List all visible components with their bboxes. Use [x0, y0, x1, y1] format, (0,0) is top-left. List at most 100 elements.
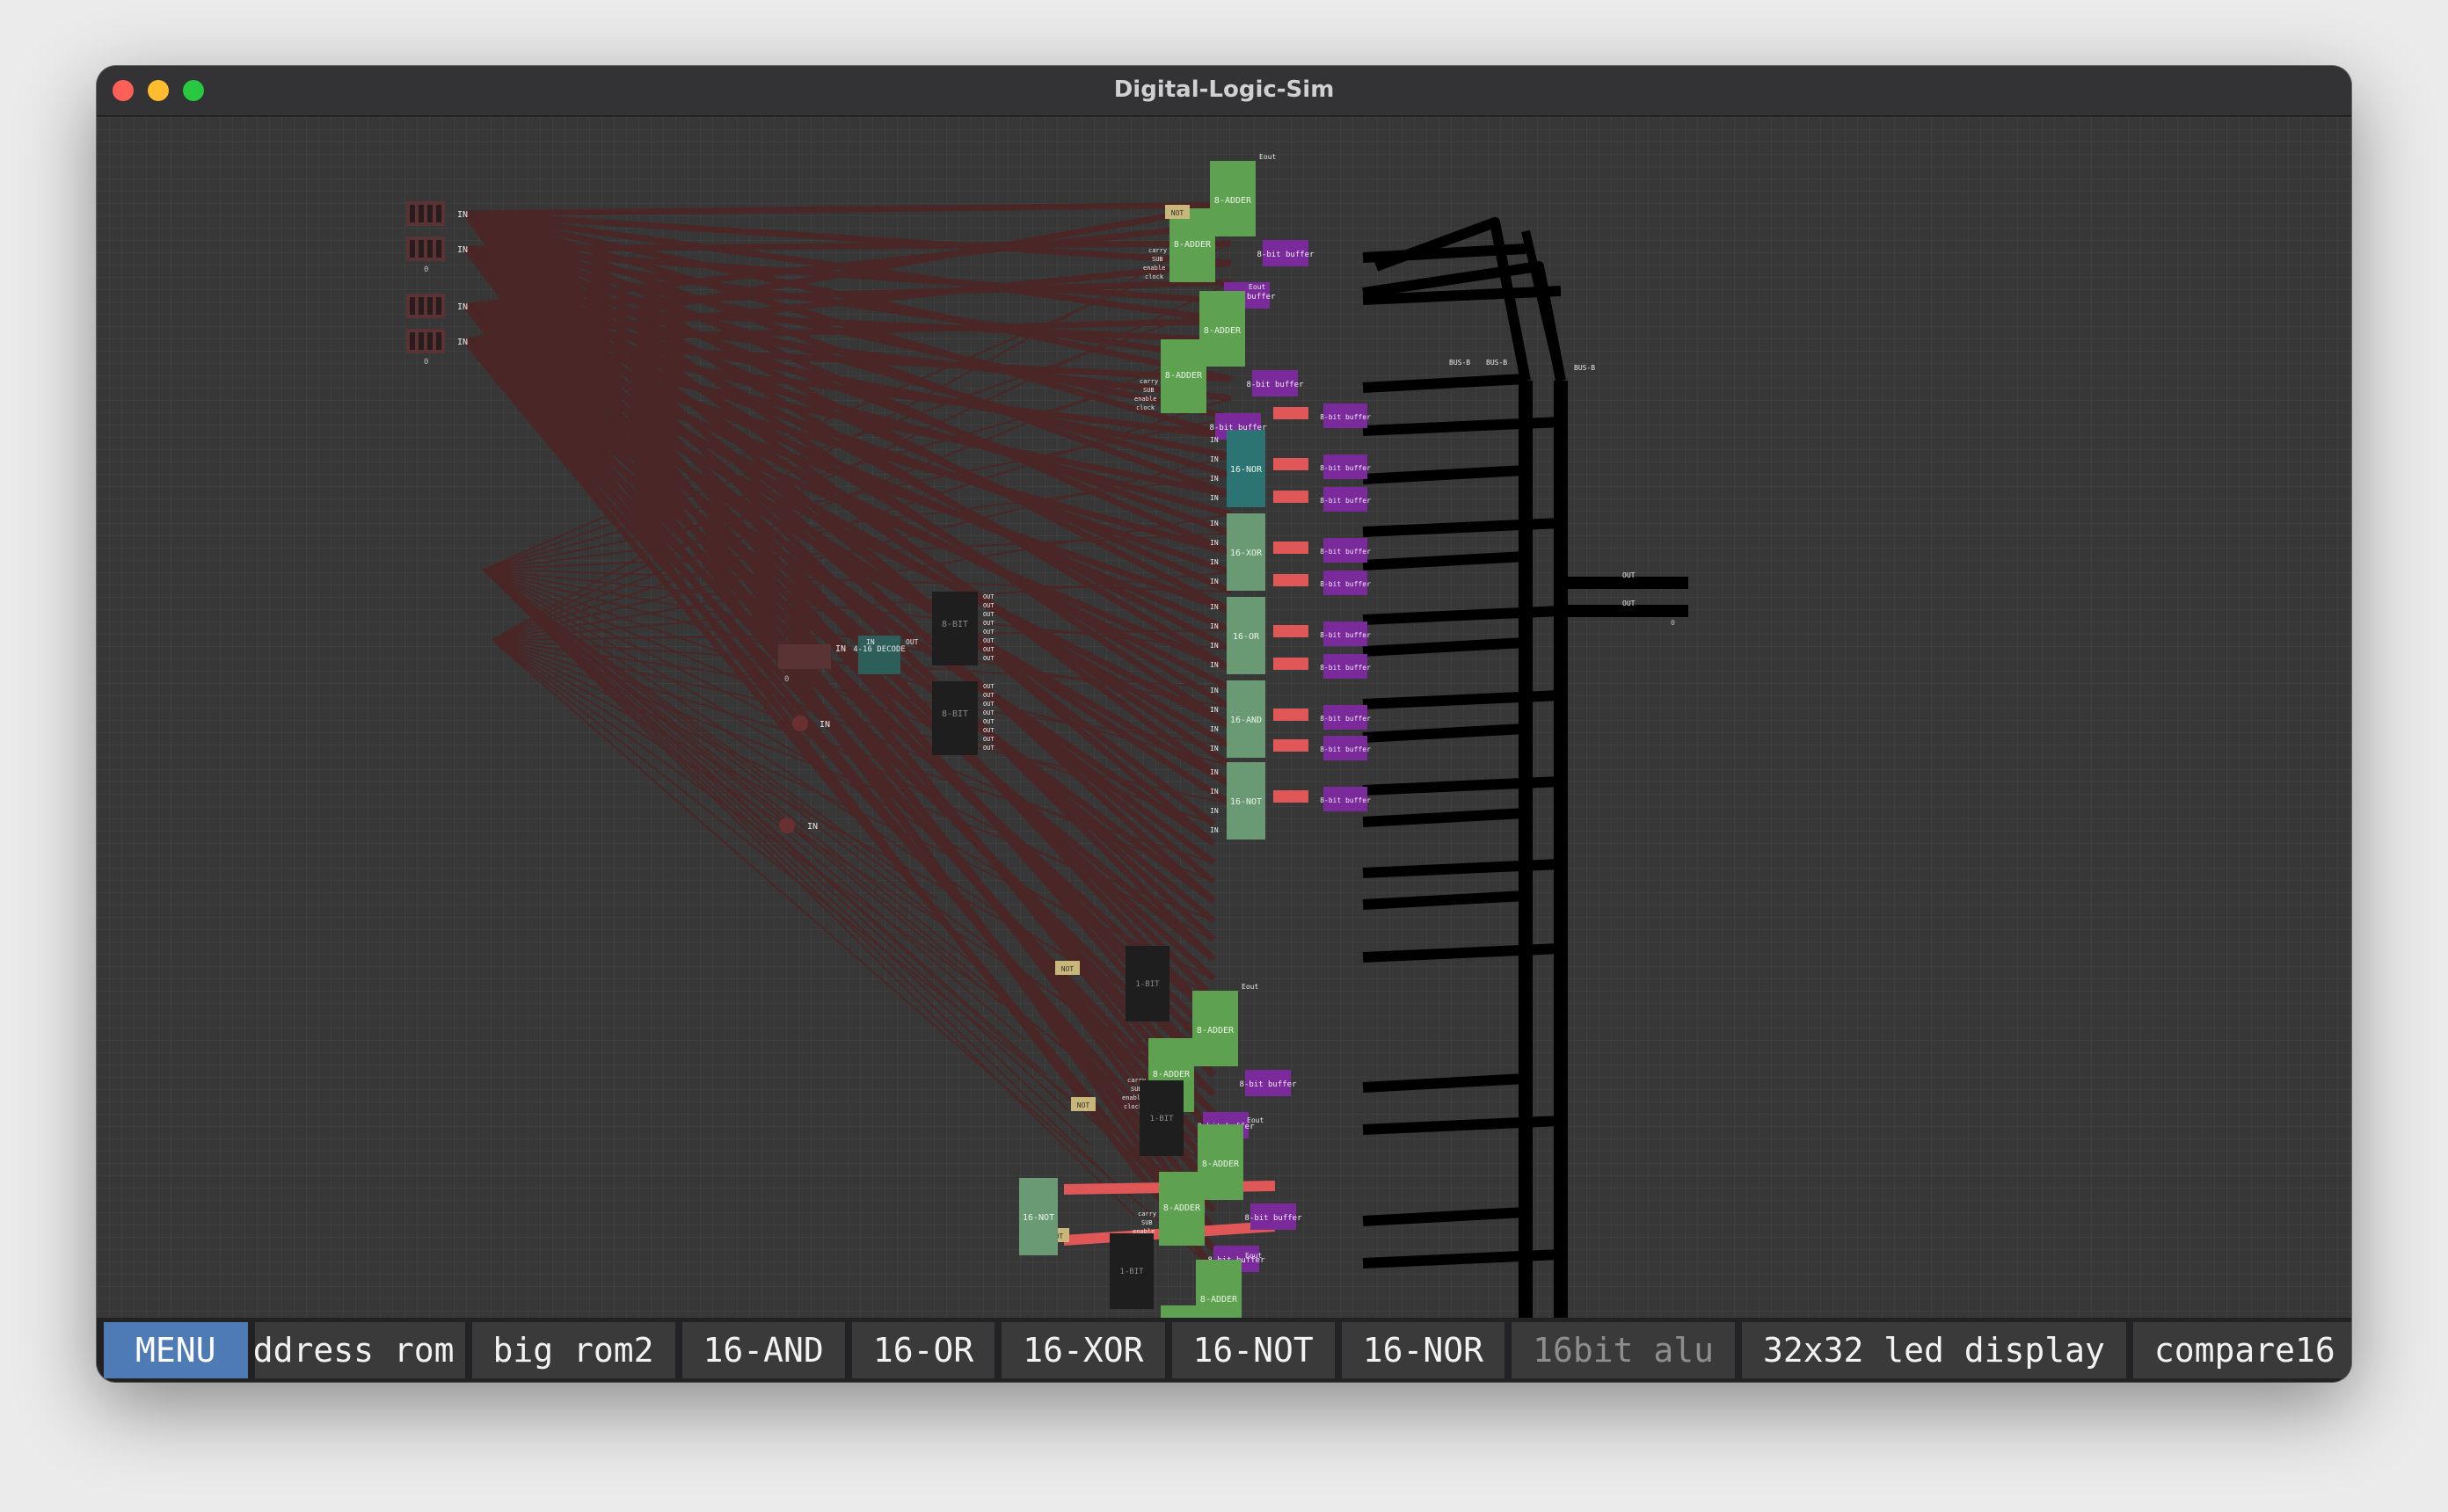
pin-value: 0 [424, 358, 428, 367]
register-out-label: OUT [983, 718, 994, 725]
decoder-in-label: IN [866, 638, 875, 646]
output-pin [1273, 542, 1308, 554]
decoder-label: 4-16 DECODE [853, 645, 906, 654]
adder-clock-label: clock [1136, 404, 1155, 411]
register-out-label: OUT [983, 709, 994, 716]
bus-wire [1362, 551, 1526, 571]
adder-label: 8-ADDER [1153, 1070, 1191, 1079]
pin-bit [436, 240, 441, 258]
output-value: 0 [1671, 619, 1675, 627]
register-out-label: OUT [983, 727, 994, 734]
logic-in-label: IN [1210, 788, 1219, 796]
adder-sub-label: SUB [1143, 387, 1155, 394]
logic-label: 16-NOT [1230, 797, 1262, 807]
register-label: 8-BIT [942, 709, 968, 719]
app-window: Digital-Logic-Sim IN IN 0 IN IN 0 IN 0 IN IN 4-16 … [97, 66, 2351, 1382]
chip-32x32-led-display[interactable]: 32x32 led display [1741, 1321, 2126, 1378]
pin-bit [436, 297, 441, 315]
bus-wire [1362, 808, 1526, 827]
register-label: 1-BIT [1135, 980, 1160, 989]
circuit-diagram[interactable]: IN IN 0 IN IN 0 IN 0 IN IN 4-16 DECODE IN OUT 8-BIT 8-… [97, 117, 2351, 1318]
register-out-label: OUT [983, 602, 994, 609]
logic-label: 16-NOT [1023, 1213, 1054, 1223]
pin-label: IN [457, 245, 468, 255]
bus-wire [1362, 1207, 1526, 1226]
buffer-label: 8-bit buffer [1244, 1214, 1302, 1223]
pin-bit [419, 205, 424, 222]
adder-eout-label: Eout [1247, 1116, 1264, 1124]
logic-in-label: IN [1210, 687, 1219, 694]
pin-bit [410, 240, 415, 258]
chip-compare16[interactable]: compare16 [2132, 1321, 2351, 1378]
buffer-label: 8-bit buffer [1320, 631, 1371, 639]
pin-bit [419, 297, 424, 315]
pin-bit [419, 240, 424, 258]
output-pin [1273, 458, 1308, 470]
chip-16-not[interactable]: 16-NOT [1171, 1321, 1335, 1378]
logic-in-label: IN [1210, 725, 1219, 733]
output-pin [1273, 658, 1308, 670]
pin-label: IN [807, 822, 818, 832]
pin-value: 0 [424, 265, 428, 274]
output-pin [1273, 574, 1308, 586]
chip-16-and[interactable]: 16-AND [681, 1321, 845, 1378]
logic-in-label: IN [1210, 661, 1219, 669]
logic-in-label: IN [1210, 826, 1219, 834]
bus-wire [1521, 229, 1565, 382]
bus-label: BUS-B [1574, 364, 1595, 372]
wire-off [465, 201, 1232, 217]
buffer-label: 8-bit buffer [1257, 251, 1315, 259]
logic-label: 16-OR [1233, 632, 1260, 642]
chip-16-nor[interactable]: 16-NOR [1341, 1321, 1505, 1378]
buffer-label: 8-bit buffer [1320, 580, 1371, 588]
output-pin [1273, 709, 1308, 721]
adder-eout-label: Eout [1259, 153, 1276, 161]
chip-big-rom2[interactable]: big rom2 [471, 1321, 675, 1378]
logic-label: 16-XOR [1230, 549, 1263, 558]
register-out-label: OUT [983, 655, 994, 662]
not-gate-label: NOT [1171, 209, 1184, 217]
adder-clock-label: clock [1145, 273, 1164, 280]
clock-pin [792, 716, 808, 731]
bus-label: BUS-B [1486, 359, 1507, 367]
adder-sub-label: SUB [1141, 1219, 1153, 1226]
pin-bit [427, 240, 433, 258]
logic-in-label: IN [1210, 745, 1219, 752]
menu-button[interactable]: MENU [104, 1321, 248, 1378]
chip-16bit-alu[interactable]: 16bit alu [1512, 1321, 1735, 1378]
pin-value: 0 [784, 675, 789, 684]
adder-eout-label: Eout [1245, 1252, 1262, 1260]
pin-bit [410, 332, 415, 350]
buffer-label: 8-bit buffer [1320, 664, 1371, 672]
pin-label: IN [835, 644, 846, 654]
circuit-canvas[interactable]: IN IN 0 IN IN 0 IN 0 IN IN 4-16 DECODE IN OUT 8-BIT 8-… [97, 117, 2351, 1318]
output-pin [1273, 790, 1308, 803]
adder-enable-label: enable [1134, 396, 1156, 403]
register-out-label: OUT [983, 593, 994, 600]
chip-16-or[interactable]: 16-OR [851, 1321, 995, 1378]
output-pin [1273, 407, 1308, 419]
register-out-label: OUT [983, 692, 994, 699]
register-out-label: OUT [983, 611, 994, 618]
pin-label: IN [820, 720, 830, 730]
buffer-label: 8-bit buffer [1320, 715, 1371, 723]
pin-bit [427, 332, 433, 350]
window-title: Digital-Logic-Sim [1113, 76, 1335, 103]
chip-16-xor[interactable]: 16-XOR [1002, 1321, 1165, 1378]
adder-eout-label: Eout [1242, 983, 1258, 991]
logic-in-label: IN [1210, 603, 1219, 611]
pin-bit [427, 297, 433, 315]
adder-label: 8-ADDER [1202, 1159, 1240, 1169]
output-pin [1273, 491, 1308, 503]
adder-label: 8-ADDER [1174, 240, 1212, 250]
logic-in-label: IN [1210, 768, 1219, 776]
logic-in-label: IN [1210, 558, 1219, 566]
register-out-label: OUT [983, 620, 994, 627]
register-out-label: OUT [983, 637, 994, 644]
title-bar: Digital-Logic-Sim [97, 66, 2351, 117]
adder-carry-label: carry [1148, 247, 1167, 254]
pin-bit [427, 205, 433, 222]
logic-label: 16-NOR [1230, 465, 1263, 475]
pin-label: IN [457, 302, 468, 312]
chip-address-rom[interactable]: ddress rom [254, 1321, 465, 1378]
